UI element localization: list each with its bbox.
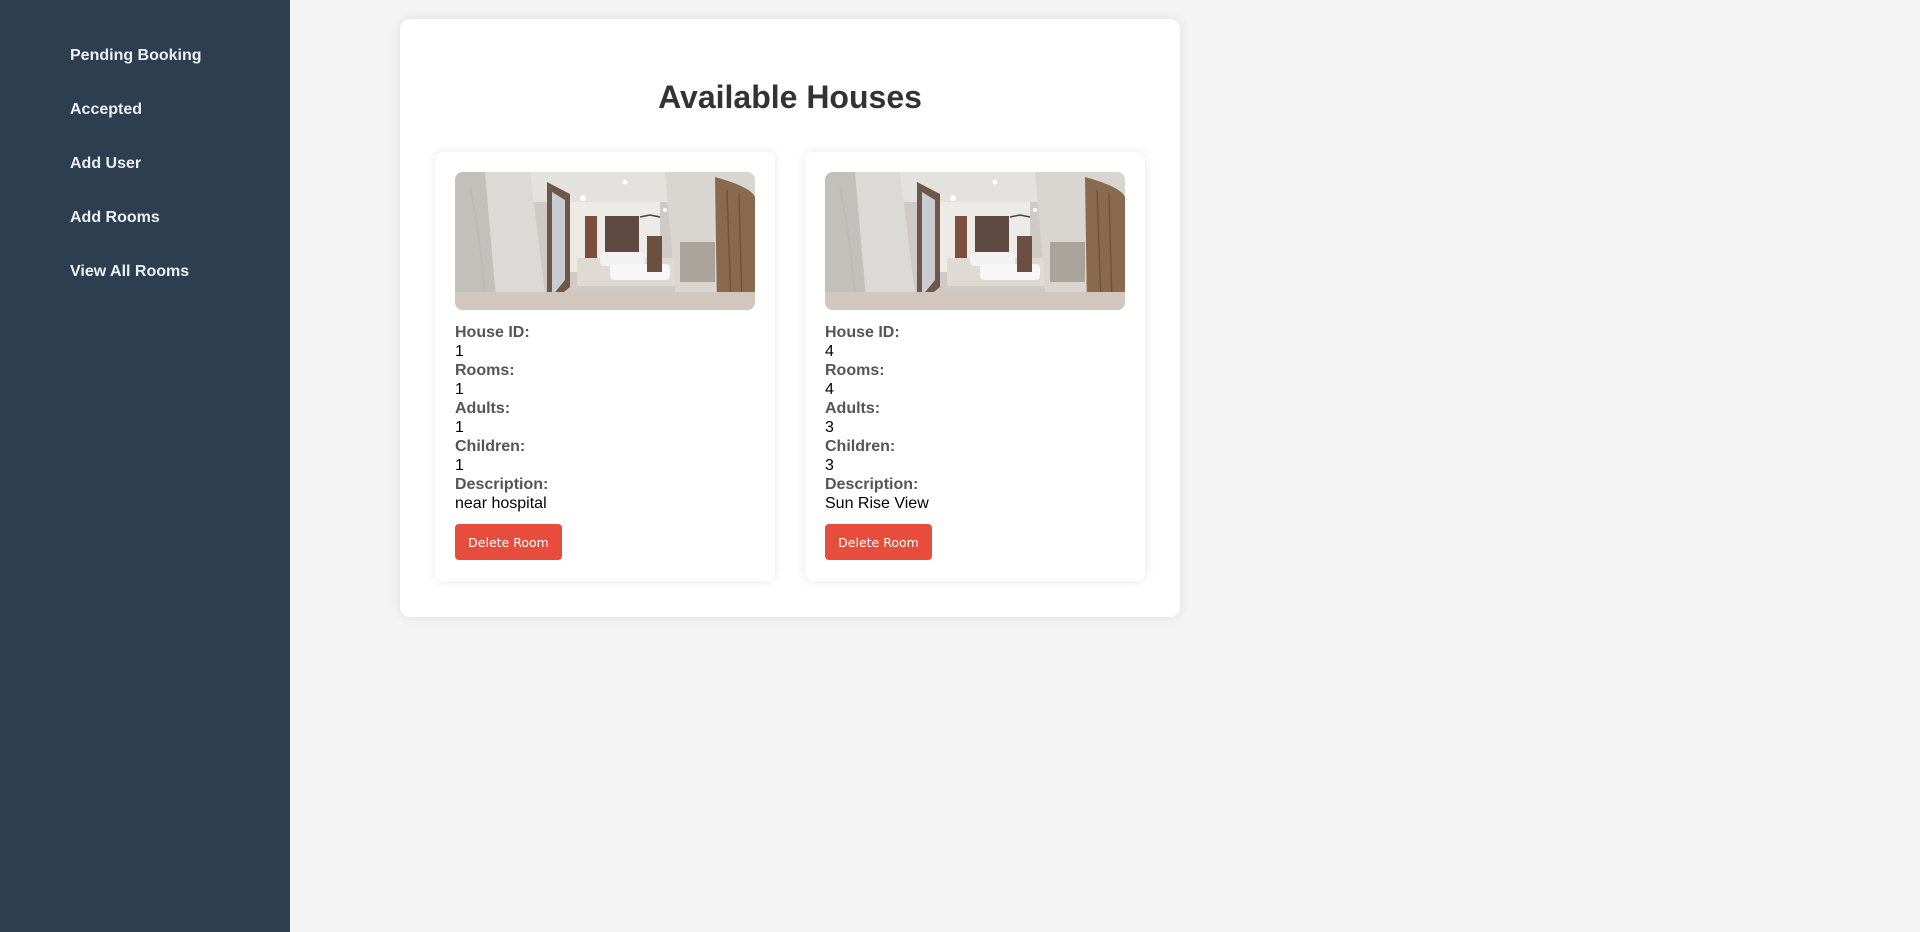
children-value: 1 — [455, 457, 464, 474]
children-label: Children: — [825, 438, 896, 455]
houses-panel: Available Houses House ID: 1 Rooms: 1 Ad… — [400, 19, 1180, 617]
adults-value: 3 — [825, 419, 834, 436]
sidebar-item-pending-booking: Pending Booking — [0, 43, 290, 97]
adults-label: Adults: — [455, 400, 511, 417]
house-id-label: House ID: — [455, 324, 530, 341]
house-details: House ID: 4 Rooms: 4 Adults: 3 Children:… — [825, 323, 1125, 513]
description-value: Sun Rise View — [825, 495, 929, 512]
sidebar-item-add-user: Add User — [0, 151, 290, 205]
accepted-link[interactable]: Accepted — [70, 97, 142, 123]
house-card: House ID: 1 Rooms: 1 Adults: 1 Children:… — [435, 152, 775, 581]
house-card: House ID: 4 Rooms: 4 Adults: 3 Children:… — [805, 152, 1145, 581]
children-value: 3 — [825, 457, 834, 474]
adults-label: Adults: — [825, 400, 881, 417]
children-label: Children: — [455, 438, 526, 455]
adults-value: 1 — [455, 419, 464, 436]
sidebar-item-view-all-rooms: View All Rooms — [0, 259, 290, 313]
add-rooms-link[interactable]: Add Rooms — [70, 205, 160, 231]
sidebar: Pending Booking Accepted Add User Add Ro… — [0, 0, 290, 932]
house-id-value: 4 — [825, 343, 834, 360]
page-title: Available Houses — [658, 79, 922, 115]
description-value: near hospital — [455, 495, 547, 512]
delete-room-button[interactable]: Delete Room — [455, 524, 562, 560]
description-label: Description: — [825, 476, 919, 493]
house-id-value: 1 — [455, 343, 464, 360]
description-label: Description: — [455, 476, 549, 493]
rooms-label: Rooms: — [455, 362, 515, 379]
house-image — [455, 172, 755, 310]
rooms-label: Rooms: — [825, 362, 885, 379]
delete-room-button[interactable]: Delete Room — [825, 524, 932, 560]
pending-booking-link[interactable]: Pending Booking — [70, 43, 202, 69]
room-photo — [455, 172, 755, 310]
house-details: House ID: 1 Rooms: 1 Adults: 1 Children:… — [455, 323, 755, 513]
rooms-value: 1 — [455, 381, 464, 398]
house-image — [825, 172, 1125, 310]
sidebar-menu: Pending Booking Accepted Add User Add Ro… — [0, 0, 290, 313]
house-id-label: House ID: — [825, 324, 900, 341]
add-user-link[interactable]: Add User — [70, 151, 141, 177]
sidebar-item-add-rooms: Add Rooms — [0, 205, 290, 259]
room-photo — [825, 172, 1125, 310]
sidebar-item-accepted: Accepted — [0, 97, 290, 151]
rooms-value: 4 — [825, 381, 834, 398]
view-all-rooms-link[interactable]: View All Rooms — [70, 259, 189, 285]
